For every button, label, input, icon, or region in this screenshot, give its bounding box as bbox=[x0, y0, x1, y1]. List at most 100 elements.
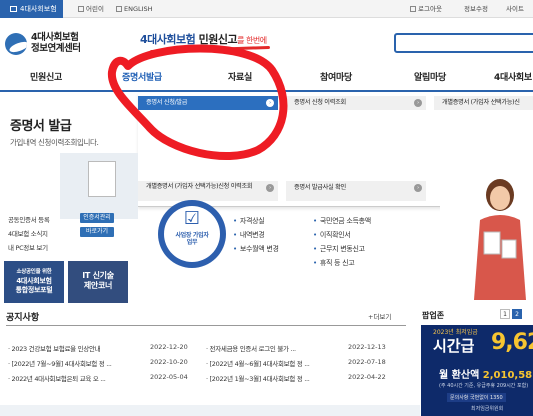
edit-profile-link-label: 정보수정 bbox=[464, 5, 488, 13]
banner-month-label: 월 환산액 bbox=[439, 370, 480, 381]
link-leave-report[interactable]: 휴직 등 신고 bbox=[313, 258, 355, 268]
page-title: 증명서 발급 bbox=[10, 119, 72, 134]
top-utility-bar: 4대사회보험 어린이 ENGLISH 로그아웃 정보수정 사이트 bbox=[0, 0, 533, 18]
nav-participation[interactable]: 참여마당 bbox=[320, 70, 352, 83]
submenu-apply-history[interactable]: 증명서 신청 이력조회 › bbox=[286, 96, 426, 110]
kids-icon bbox=[78, 6, 84, 12]
header-slogan: 4대사회보험 민원신고를 한번에 bbox=[140, 31, 267, 47]
logout-link-label: 로그아웃 bbox=[418, 5, 442, 13]
globe-icon bbox=[116, 6, 122, 12]
english-link-label: ENGLISH bbox=[124, 5, 153, 13]
notice-item[interactable]: · [2022년 7월~9월] 4대사회보험 정 ... bbox=[8, 358, 112, 368]
minimum-wage-banner[interactable]: 2023년 최저임금 시간급 9,62 월 환산액 2,010,58 (주 40… bbox=[421, 325, 533, 416]
notice-item[interactable]: · 2022년 4대사회보험은퇴 교육 오 ... bbox=[8, 373, 106, 383]
notice-item-text: [2022년 7월~9월] 4대사회보험 정 ... bbox=[11, 360, 112, 368]
edit-profile-link[interactable]: 정보수정 bbox=[464, 0, 488, 18]
notice-item-date: 2022-12-13 bbox=[348, 343, 386, 351]
chevron-right-icon: › bbox=[266, 99, 274, 107]
notice-item[interactable]: · [2022년 1월~3월] 4대사회보험 정 ... bbox=[206, 373, 310, 383]
search-input[interactable] bbox=[394, 33, 533, 53]
notice-item-date: 2022-04-22 bbox=[348, 373, 386, 381]
kids-link[interactable]: 어린이 bbox=[78, 0, 104, 18]
logo-line-1: 4대사회보험 bbox=[31, 32, 79, 43]
english-link[interactable]: ENGLISH bbox=[116, 0, 153, 18]
logout-link[interactable]: 로그아웃 bbox=[410, 0, 442, 18]
page-subtitle: 가입내역 신청이력조회입니다. bbox=[10, 138, 99, 147]
chevron-right-icon: › bbox=[266, 184, 274, 192]
logout-icon bbox=[410, 6, 416, 12]
banner-month-value: 2,010,58 bbox=[482, 370, 533, 381]
quick-pc-info[interactable]: 내 PC정보 보기 bbox=[8, 242, 48, 252]
submenu-apply-history-label: 증명서 신청 이력조회 bbox=[294, 99, 346, 106]
notice-item-text: 2022년 4대사회보험은퇴 교육 오 ... bbox=[11, 375, 106, 383]
nav-certificate[interactable]: 증명서발급 bbox=[122, 70, 162, 83]
sitemap-link[interactable]: 사이트 bbox=[506, 0, 524, 18]
notice-item-date: 2022-07-18 bbox=[348, 358, 386, 366]
banner-value: 9,62 bbox=[491, 330, 533, 355]
link-disqualification[interactable]: 자격상실 bbox=[233, 216, 265, 226]
link-detail-change[interactable]: 내역변경 bbox=[233, 230, 265, 240]
home-icon bbox=[10, 6, 17, 12]
workplace-subscriber-inner: ☑ 사업장 가입자 업무 bbox=[164, 206, 220, 262]
workplace-subscriber-button[interactable]: ☑ 사업장 가입자 업무 bbox=[158, 200, 226, 268]
banner-monthly: 월 환산액 2,010,58 bbox=[439, 366, 532, 381]
it-banner-line-2: 제안코너 bbox=[83, 281, 113, 290]
circle-label-1: 사업장 가입자 bbox=[175, 232, 209, 239]
quick-newsletter-label: 4대보험 소식지 bbox=[8, 230, 48, 238]
notice-item[interactable]: · 2023 건강보험 보험료율 인상안내 bbox=[8, 343, 101, 353]
nav-civil-report[interactable]: 민원신고 bbox=[30, 70, 62, 83]
slogan-small: 를 한번에 bbox=[237, 36, 267, 45]
it-proposal-banner[interactable]: IT 신기술 제안코너 bbox=[68, 261, 128, 303]
portal-banner-line-2: 4대사회보험 bbox=[16, 277, 52, 285]
popup-zone-title: 팝업존 bbox=[422, 311, 445, 320]
logo-icon[interactable] bbox=[5, 33, 27, 55]
nav-4insurance[interactable]: 4대사회보 bbox=[494, 70, 532, 83]
link-pension-income[interactable]: 국민연금 소득총액 bbox=[313, 216, 371, 226]
nav-notice[interactable]: 알림마당 bbox=[414, 70, 446, 83]
sitemap-link-label: 사이트 bbox=[506, 5, 524, 13]
person-illustration bbox=[440, 150, 533, 300]
banner-kind: 시간급 bbox=[433, 337, 475, 355]
certificate-illustration bbox=[60, 153, 138, 219]
notice-item[interactable]: · [2022년 4월~6월] 4대사회보험 정 ... bbox=[206, 358, 310, 368]
notice-item-text: [2022년 1월~3월] 4대사회보험 정 ... bbox=[209, 375, 310, 383]
submenu-individual-apply[interactable]: 개별증명서 (가입자 선택가능)신 bbox=[434, 96, 533, 110]
popup-page-2[interactable]: 2 bbox=[512, 309, 522, 319]
small-business-portal-banner[interactable]: 소상공인을 위한 4대사회보험 통합정보포털 bbox=[4, 261, 64, 303]
popup-page-1[interactable]: 1 bbox=[500, 309, 510, 319]
link-salary-change[interactable]: 보수월액 변경 bbox=[233, 244, 279, 254]
submenu-individual-history-label: 개별증명서 (가입자 선택가능)신청 이력조회 bbox=[146, 183, 253, 190]
kids-link-label: 어린이 bbox=[86, 5, 104, 13]
home-link[interactable]: 4대사회보험 bbox=[0, 0, 63, 18]
shortcut-button[interactable]: 바로가기 bbox=[80, 227, 114, 237]
nav-library[interactable]: 자료실 bbox=[228, 70, 252, 83]
portal-banner-line-1: 소상공인을 위한 bbox=[16, 269, 52, 275]
main-navigation: 민원신고 증명서발급 자료실 참여마당 알림마당 4대사회보 bbox=[0, 62, 533, 92]
portal-banner-line-3: 통합정보포털 bbox=[15, 286, 53, 294]
chevron-right-icon: › bbox=[414, 184, 422, 192]
notice-title: 공지사항 bbox=[6, 313, 40, 323]
notice-item-text: 전자세금용 인증서 로그인 불가 ... bbox=[209, 345, 297, 353]
quick-cert-register-label: 공동인증서 등록 bbox=[8, 216, 50, 224]
cert-manage-button[interactable]: 인증서관리 bbox=[80, 213, 114, 223]
notice-item-date: 2022-05-04 bbox=[150, 373, 188, 381]
quick-newsletter[interactable]: 4대보험 소식지 bbox=[8, 228, 48, 238]
notice-divider bbox=[6, 325, 406, 326]
slogan-bold: 민원신고 bbox=[198, 33, 238, 46]
notice-more-link[interactable]: +더보기 bbox=[368, 311, 391, 321]
notice-item[interactable]: · 전자세금용 인증서 로그인 불가 ... bbox=[206, 343, 296, 353]
logo-line-2: 정보연계센터 bbox=[31, 43, 81, 54]
site-logo[interactable]: 4대사회보험 정보연계센터 bbox=[31, 32, 81, 54]
link-separation-cert[interactable]: 이직확인서 bbox=[313, 230, 351, 240]
submenu-issue-verify[interactable]: 증명서 발급사실 확인 › bbox=[286, 181, 426, 201]
circle-label-2: 업무 bbox=[186, 239, 198, 246]
submenu-individual-history[interactable]: 개별증명서 (가입자 선택가능)신청 이력조회 › bbox=[138, 181, 278, 201]
bottom-strip bbox=[0, 405, 420, 416]
link-workplace-change[interactable]: 근무지 변동신고 bbox=[313, 244, 365, 254]
quick-pc-info-label: 내 PC정보 보기 bbox=[8, 244, 48, 252]
notice-item-date: 2022-10-20 bbox=[150, 358, 188, 366]
quick-cert-register[interactable]: 공동인증서 등록 bbox=[8, 214, 50, 224]
banner-org: 최저임금위원회 bbox=[471, 406, 504, 412]
checkmark-icon: ☑ bbox=[183, 208, 201, 229]
submenu-certificate-apply[interactable]: 증명서 신청/발급 › bbox=[138, 96, 278, 110]
